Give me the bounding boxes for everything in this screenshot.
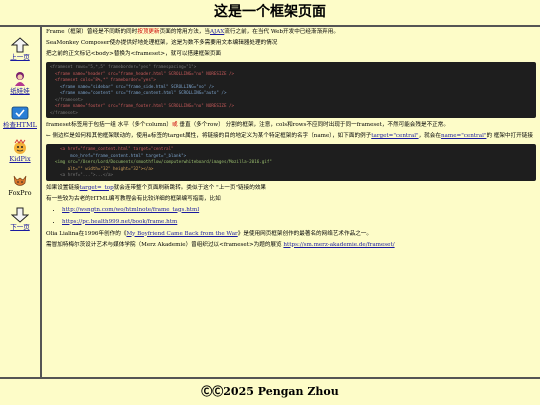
text-span: 就会连带整个页面刷新跳转。类似于这个 "上一页"链接的效果 [113,184,267,191]
text-span: ← 侧边栏是如何和其他框架联动的，使用a标签的target属性，将链接的目的地定… [46,133,372,139]
list-item: http://wsngtn.com/wo/htmlnote/frame_tags… [62,207,536,214]
text-span: Frame（框架）曾经是不同断的同时 [46,29,138,35]
artwork-paragraph: Olia Lialina在1996年创作的《My Boyfriend Came … [46,231,536,238]
copyright-text: ⒸⒸ2025 Pengan Zhou [201,385,339,398]
list-item: https://pc.health999.net/book/frame.htm [62,219,536,226]
text-span: 需冒加特梅尔茨设计艺术与媒体学院（Merz Akademie）曾组织过以<fra… [46,241,284,248]
target-top-paragraph: 如果设置链接target=_top就会连带整个页面刷新跳转。类似于这个 "上一页… [46,185,536,192]
frameset-intro-paragraph: 把之前的正文标记<body>替换为<frameset>，就可以搭建框架页面 [46,51,222,57]
sidebar-frame: 上一页 纸娃娃 检查HTML KidPix FoxPro 下一页 [0,27,42,377]
nav-label: 纸娃娃 [10,87,30,95]
exhibition-paragraph: 需冒加特梅尔茨设计艺术与媒体学院（Merz Akademie）曾组织过以<fra… [46,242,536,249]
down-arrow-icon [11,207,29,223]
text-span: 的 框架中打开链接 [486,133,533,139]
tutorial-link[interactable]: https://pc.health999.net/book/frame.htm [62,219,177,225]
intro-paragraph: Frame（框架）曾经是不同断的同时按顶更新页面的常用方法，当AJAX流行之前，… [46,29,536,36]
ajax-link[interactable]: AJAX [210,29,224,35]
footer-frame: ⒸⒸ2025 Pengan Zhou [0,377,540,405]
nav-label: FoxPro [8,189,32,197]
text-span: 如果设置链接 [46,184,80,191]
anchor-code-block: <a href="frame_content.html" target="cen… [46,144,536,181]
text-span: Olia Lialina在1996年创作的《 [46,230,127,237]
text-span: 垂直（多个row） 分割的框架，注意，cols和rows不应同时出现于同一fra… [177,122,449,128]
html-check-icon [11,106,29,120]
nav-label: 下一页 [10,223,30,231]
frameset-code-block: <frameset rows="5,*,5" frameborder="yes"… [46,62,536,118]
target-top-link[interactable]: target=_top [80,185,114,191]
code-line: </frameset> [50,109,78,115]
name-central-link[interactable]: name="central" [441,133,486,139]
text-span: 》是使用网页框架创作的最著名的网络艺术作品之一。 [237,230,372,237]
content-frame[interactable]: Frame（框架）曾经是不同断的同时按顶更新页面的常用方法，当AJAX流行之前，… [42,27,540,377]
tutorial-link-list: http://wsngtn.com/wo/htmlnote/frame_tags… [46,207,536,226]
up-arrow-icon [11,37,29,53]
frameset-explain-paragraph: frameset标签用于包括一组 水平（多个column）或 垂直（多个row）… [46,122,536,129]
kidpix-icon [14,139,26,154]
target-central-link[interactable]: target="central" [371,133,418,139]
tutorial-link[interactable]: http://wsngtn.com/wo/htmlnote/frame_tags… [62,207,199,213]
header-frame: 这是一个框架页面 [0,0,540,27]
nav-label: KidPix [9,155,31,163]
nav-check-html[interactable]: 检查HTML [0,105,40,130]
text-span: 页面的常用方法，当 [159,29,210,35]
exhibition-link[interactable]: https://sm.merz-akademie.de/frameset/ [283,242,394,248]
nav-next-page[interactable]: 下一页 [0,207,40,232]
nav-paper-doll[interactable]: 纸娃娃 [0,71,40,96]
seamonkey-paragraph: SeaMonkey Composer使办提供好地处理框架，这是为数不多需要用文本… [46,40,278,46]
nav-label: 检查HTML [3,121,37,129]
foxpro-icon [13,175,27,186]
artwork-link[interactable]: My Boyfriend Came Back from the War [126,231,237,237]
code-line: <a href="...">...</a> [50,172,114,177]
nav-label: 上一页 [10,53,30,61]
text-span: ，就会在 [418,133,441,139]
nav-previous-page[interactable]: 上一页 [0,37,40,62]
highlight-text: 按顶更新 [137,29,160,35]
paper-doll-icon [15,72,25,86]
nav-foxpro[interactable]: FoxPro [0,173,40,198]
target-paragraph: ← 侧边栏是如何和其他框架联动的，使用a标签的target属性，将链接的目的地定… [46,133,536,140]
page-title: 这是一个框架页面 [214,4,326,20]
nav-kidpix[interactable]: KidPix [0,139,40,164]
text-span: frameset标签用于包括一组 水平（多个column） [46,122,173,128]
text-span: 流行之前，在当代 Web开发中已经渐渐弃用。 [224,29,339,35]
tutorials-paragraph: 有一些较为古老的HTML编写教程会有比较详细的框架编写指南，比如 [46,195,221,202]
